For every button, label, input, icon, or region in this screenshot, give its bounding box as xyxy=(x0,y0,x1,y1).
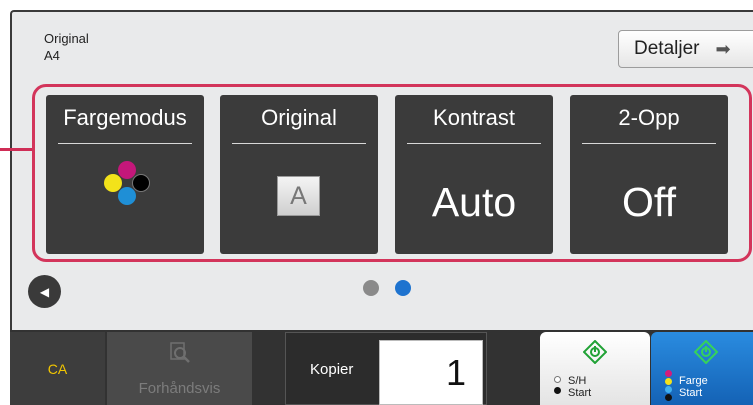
yellow-dot xyxy=(665,378,672,385)
start-diamond-icon xyxy=(694,340,718,364)
start-diamond-icon xyxy=(583,340,607,364)
magenta-dot xyxy=(665,370,672,377)
cmyk-dots-icon xyxy=(104,160,150,206)
black-dot xyxy=(554,387,561,394)
original-info: Original A4 xyxy=(44,30,89,64)
original-a-icon: A xyxy=(277,176,320,216)
tile-divider xyxy=(582,143,716,144)
tile-label: 2-Opp xyxy=(618,105,680,130)
original-label: Original xyxy=(44,31,89,46)
ca-label: CA xyxy=(47,360,68,377)
arrow-right-icon: ➡ xyxy=(715,38,731,59)
copies-label: Kopier xyxy=(310,361,354,378)
preview-label: Forhåndsvis xyxy=(138,380,221,397)
original-size: A4 xyxy=(44,48,60,63)
copies-input[interactable]: 1 xyxy=(379,340,483,405)
preview-button[interactable]: Forhåndsvis xyxy=(107,332,252,405)
tile-color-mode[interactable]: Fargemodus xyxy=(46,95,204,254)
tile-divider xyxy=(407,143,541,144)
tile-value: Off xyxy=(622,179,676,225)
page-indicator-1 xyxy=(363,280,379,296)
color-start-label: Farge Start xyxy=(679,375,708,399)
copy-screen: Original A4 Detaljer ➡ Fargemodus Origin… xyxy=(0,0,753,405)
cyan-dot xyxy=(665,386,672,393)
black-dot xyxy=(665,394,672,401)
tile-value: Auto xyxy=(431,179,517,225)
tile-label: Fargemodus xyxy=(63,105,187,130)
color-start-button[interactable]: Farge Start xyxy=(651,332,753,405)
prev-page-button[interactable]: ◀ xyxy=(28,275,61,308)
tile-label: Original xyxy=(261,105,337,130)
tile-contrast[interactable]: Kontrast Auto xyxy=(395,95,553,254)
bw-start-label: S/H Start xyxy=(568,375,592,399)
triangle-left-icon: ◀ xyxy=(39,284,50,299)
tile-original[interactable]: Original A xyxy=(220,95,378,254)
details-label: Detaljer xyxy=(634,38,700,59)
bw-start-button[interactable]: S/H Start xyxy=(540,332,650,405)
tile-divider xyxy=(58,143,192,144)
tile-divider xyxy=(232,143,366,144)
magnifier-icon xyxy=(170,342,190,363)
tile-2-up[interactable]: 2-Opp Off xyxy=(570,95,728,254)
page-indicator-2 xyxy=(395,280,411,296)
white-dot xyxy=(554,376,561,383)
details-button[interactable]: Detaljer ➡ xyxy=(618,30,753,68)
tile-label: Kontrast xyxy=(433,105,515,130)
clear-all-button[interactable]: CA xyxy=(10,332,105,405)
callout-line xyxy=(0,148,32,151)
